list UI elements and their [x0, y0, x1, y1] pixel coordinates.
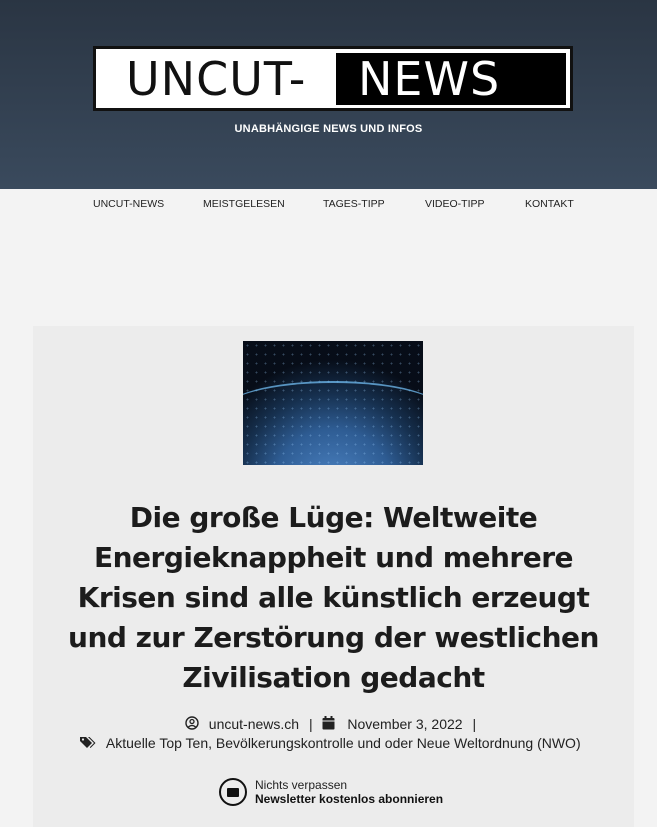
nav-item-tages-tipp[interactable]: TAGES-TIPP	[323, 198, 385, 210]
site-tagline: UNABHÄNGIGE NEWS UND INFOS	[234, 123, 423, 135]
article-title[interactable]: Die große Lüge: Weltweite Energieknapphe…	[48, 498, 619, 698]
tags-icon	[80, 736, 98, 753]
nav-item-kontakt[interactable]: KONTAKT	[525, 198, 574, 210]
envelope-icon	[219, 778, 247, 806]
article-date[interactable]: November 3, 2022	[347, 716, 462, 732]
newsletter-text: Nichts verpassen Newsletter kostenlos ab…	[255, 778, 443, 806]
nav-item-uncut-news[interactable]: UNCUT-NEWS	[93, 198, 164, 210]
logo-text-news: NEWS	[336, 53, 566, 105]
article-hero-image[interactable]	[243, 341, 423, 465]
newsletter-line1: Nichts verpassen	[255, 778, 348, 792]
nav-item-meistgelesen[interactable]: MEISTGELESEN	[203, 198, 285, 210]
newsletter-subscribe-link[interactable]: Newsletter kostenlos abonnieren	[255, 792, 443, 806]
main-nav: UNCUT-NEWS MEISTGELESEN TAGES-TIPP VIDEO…	[0, 189, 657, 219]
logo-text-uncut: UNCUT-	[126, 52, 307, 106]
hero-image-glow	[243, 381, 423, 441]
article-author[interactable]: uncut-news.ch	[209, 716, 299, 732]
newsletter-signup[interactable]: Nichts verpassen Newsletter kostenlos ab…	[219, 778, 443, 806]
meta-divider: |	[308, 716, 313, 733]
article-categories: Aktuelle Top Ten, Bevölkerungskontrolle …	[80, 735, 581, 753]
user-circle-icon	[185, 716, 199, 733]
site-header: UNCUT- NEWS UNABHÄNGIGE NEWS UND INFOS	[0, 0, 657, 189]
article-card: Die große Lüge: Weltweite Energieknapphe…	[33, 326, 634, 827]
site-logo[interactable]: UNCUT- NEWS	[93, 46, 573, 111]
category-link[interactable]: Bevölkerungskontrolle und oder Neue Welt…	[216, 735, 581, 751]
nav-item-video-tipp[interactable]: VIDEO-TIPP	[425, 198, 485, 210]
meta-divider: |	[472, 716, 477, 733]
category-separator: ,	[208, 735, 216, 751]
calendar-icon	[322, 715, 335, 733]
category-link[interactable]: Aktuelle Top Ten	[106, 735, 208, 751]
article-meta: uncut-news.ch | November 3, 2022 |	[33, 715, 634, 733]
